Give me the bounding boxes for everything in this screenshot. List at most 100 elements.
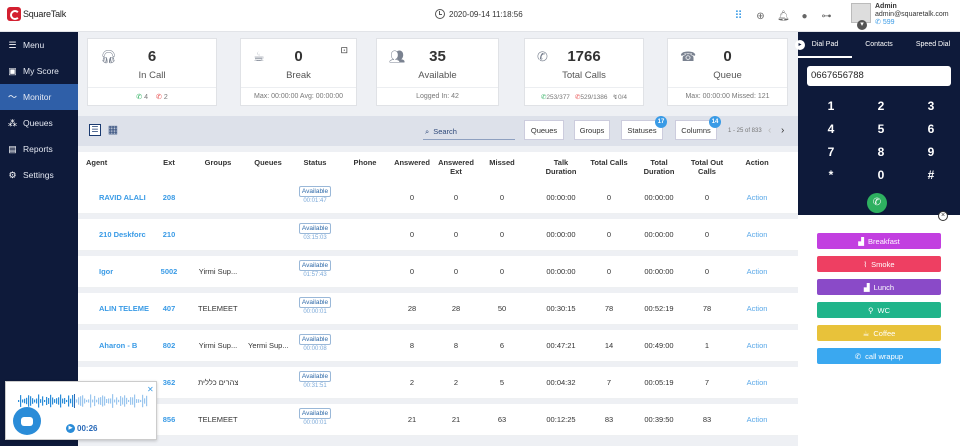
call-button[interactable]: ✆ <box>867 193 887 213</box>
table-row[interactable]: ALIN TELEME407 TELEMEETI... Available00:00… <box>78 293 798 325</box>
bell-icon[interactable]: 🔔︎ <box>777 11 790 22</box>
cell-out: 0 <box>704 230 710 239</box>
audio-waveform[interactable] <box>18 394 148 408</box>
cell-agent[interactable]: 210 Deskforc <box>99 230 159 239</box>
keypad-key[interactable]: 9 <box>916 145 946 159</box>
dial-number-input[interactable]: 0667656788 <box>807 66 951 86</box>
column-header[interactable]: Status <box>299 158 331 176</box>
table-row[interactable]: Aharon - B 802 Yirmi Sup... Yermi Sup... Ava… <box>78 330 798 362</box>
break-button-coffee[interactable]: ☕︎ Coffee <box>817 325 941 341</box>
cell-action[interactable]: Action <box>740 193 774 202</box>
cell-agent[interactable]: RAVID ALALI <box>99 193 159 202</box>
add-circle-icon[interactable]: ⊕ <box>755 11 766 22</box>
keypad-key[interactable]: 5 <box>866 122 896 136</box>
column-header[interactable]: Agent <box>86 158 146 176</box>
column-header[interactable]: Missed <box>488 158 516 176</box>
logo[interactable]: SquareTalk <box>7 7 66 21</box>
prev-page-icon[interactable]: ‹ <box>768 125 771 136</box>
user-menu[interactable]: ▾ Admin admin@squaretalk.com ✆ 599 <box>851 3 949 30</box>
sidebar-item-menu[interactable]: ☰ Menu <box>0 32 78 58</box>
card-available[interactable]: 👥︎ 35 Available Logged In: 42 <box>376 38 499 106</box>
play-icon[interactable]: ▶ <box>66 424 75 433</box>
keypad-key[interactable]: 8 <box>866 145 896 159</box>
break-button-breakfast[interactable]: ▟ Breakfast <box>817 233 941 249</box>
table-row[interactable]: 856 TELEMEETI... Available00:00:01 21 21 63 00… <box>78 404 798 436</box>
sidebar-item-reports[interactable]: ▤ Reports <box>0 136 78 162</box>
column-header[interactable]: Total Out Calls <box>685 158 729 176</box>
table-row[interactable]: 362 צהרים כללית Available 00:31:51 2 2 5 00:04:… <box>78 367 798 399</box>
groups-filter-button[interactable]: Groups <box>574 120 610 140</box>
chat-icon[interactable] <box>13 407 41 435</box>
column-header[interactable]: Groups <box>198 158 238 176</box>
table-row[interactable]: Igor 5002 Yirmi Sup... Available 01:57:43 0 0 0… <box>78 256 798 288</box>
avatar[interactable]: ▾ <box>851 3 871 30</box>
cell-action[interactable]: Action <box>740 230 774 239</box>
search-box[interactable]: ⌕ Search <box>423 124 515 140</box>
cell-action[interactable]: Action <box>740 304 774 313</box>
tab-contacts[interactable]: Contacts <box>852 32 906 58</box>
break-button-lunch[interactable]: ▟ Lunch <box>817 279 941 295</box>
cell-agent[interactable]: Aharon - B <box>99 341 159 350</box>
avatar-dropdown-icon[interactable]: ▾ <box>857 20 867 30</box>
break-label: Breakfast <box>868 236 900 246</box>
keypad-key[interactable]: 1 <box>816 99 846 113</box>
sidebar-item-settings[interactable]: ⚙ Settings <box>0 162 78 188</box>
column-header[interactable]: Answered Ext <box>436 158 476 176</box>
card-in-call[interactable]: 🎧︎ 6 In Call ✆ 4 ✆ 2 <box>87 38 217 106</box>
cell-action[interactable]: Action <box>740 378 774 387</box>
outgoing-call-icon: ✆ <box>156 93 162 101</box>
list-view-icon[interactable]: ☰ <box>89 124 101 136</box>
cell-agent[interactable]: ALIN TELEME <box>99 304 159 313</box>
column-header[interactable]: Phone <box>347 158 383 176</box>
datetime-display: 2020-09-14 11:18:56 <box>435 9 523 19</box>
queues-filter-button[interactable]: Queues <box>524 120 564 140</box>
cell-answered: 28 <box>407 304 417 313</box>
card-queue[interactable]: ☎︎ 0 Queue Max: 00:00:00 Missed: 121 <box>667 38 788 106</box>
sidebar-item-monitor[interactable]: 〜 Monitor <box>0 84 78 110</box>
keypad-key[interactable]: 2 <box>866 99 896 113</box>
cell-action[interactable]: Action <box>740 267 774 276</box>
sidebar-item-queues[interactable]: ⁂ Queues <box>0 110 78 136</box>
break-button-smoke[interactable]: ⌇ Smoke <box>817 256 941 272</box>
apps-grid-icon[interactable]: ⠿ <box>733 11 744 22</box>
voicemail-icon[interactable]: ⊶ <box>821 11 832 22</box>
tab-dial-pad[interactable]: Dial Pad <box>798 32 852 58</box>
keypad-key[interactable]: 0 <box>866 168 896 182</box>
datetime-text: 2020-09-14 11:18:56 <box>449 9 523 19</box>
columns-button[interactable]: Columns 14 <box>675 116 721 140</box>
keypad-key[interactable]: * <box>816 168 846 182</box>
keypad-key[interactable]: 7 <box>816 145 846 159</box>
card-total-calls[interactable]: ✆ 1766 Total Calls ✆253/377 ✆529/1386 ↯0… <box>524 38 644 106</box>
column-header[interactable]: Talk Duration <box>541 158 581 176</box>
close-player-icon[interactable]: ✕ <box>147 385 154 394</box>
cell-answered: 8 <box>409 341 415 350</box>
cell-action[interactable]: Action <box>740 415 774 424</box>
keypad-key[interactable]: # <box>916 168 946 182</box>
column-header[interactable]: Queues <box>248 158 288 176</box>
status-duration: 00:00:01 <box>303 420 327 426</box>
keypad-key[interactable]: 3 <box>916 99 946 113</box>
table-row[interactable]: RAVID ALALI 208 Available 00:01:47 0 0 0 00:00:… <box>78 182 798 214</box>
cell-action[interactable]: Action <box>740 341 774 350</box>
sidebar-item-my-score[interactable]: ▣ My Score <box>0 58 78 84</box>
column-header[interactable]: Answered <box>392 158 432 176</box>
tab-speed-dial[interactable]: Speed Dial <box>906 32 960 58</box>
column-header[interactable]: Total Calls <box>587 158 631 176</box>
column-header[interactable]: Action <box>740 158 774 176</box>
statuses-filter-button[interactable]: Statuses 17 <box>621 116 667 140</box>
table-row[interactable]: 210 Deskforc 210 Available 03:15:03 0 0 0 00:00… <box>78 219 798 251</box>
break-button-wc[interactable]: ⚲ WC <box>817 302 941 318</box>
cell-answered-ext: 2 <box>453 378 459 387</box>
keypad-key[interactable]: 4 <box>816 122 846 136</box>
column-header[interactable]: Ext <box>156 158 182 176</box>
cell-agent[interactable]: Igor <box>99 267 159 276</box>
card-break[interactable]: ☕︎ ⊡ 0 Break Max: 00:00:00 Avg: 00:00:00 <box>240 38 357 106</box>
close-icon[interactable]: × <box>938 211 948 221</box>
alert-icon[interactable]: ● <box>799 11 810 22</box>
next-page-icon[interactable]: › <box>781 125 784 136</box>
column-header[interactable]: Total Duration <box>636 158 682 176</box>
grid-view-icon[interactable]: ▦ <box>107 124 119 136</box>
break-button-call-wrapup[interactable]: ✆ call wrapup <box>817 348 941 364</box>
cell-ext: 210 <box>162 230 176 239</box>
keypad-key[interactable]: 6 <box>916 122 946 136</box>
